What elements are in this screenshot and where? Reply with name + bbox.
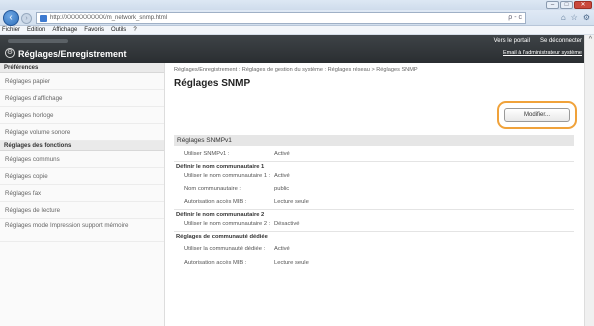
- row-value: Activé: [274, 151, 290, 157]
- menu-favorites[interactable]: Favoris: [84, 27, 104, 33]
- sidebar: Préférences Réglages papier Réglages d'a…: [0, 63, 165, 326]
- row-use-community2: Utiliser le nom communautaire 2 : Désact…: [184, 221, 299, 227]
- device-name-redacted: [8, 39, 68, 43]
- row-label: Autorisation accès MIB :: [184, 260, 247, 266]
- sidebar-item-fax[interactable]: Réglages fax: [0, 185, 164, 202]
- subhead-dedicated: Réglages de communauté dédiée: [176, 234, 268, 240]
- sidebar-item-scan[interactable]: Réglages de lecture: [0, 202, 164, 219]
- row-label: Autorisation accès MIB :: [184, 199, 247, 205]
- logout-link[interactable]: Se déconnecter: [540, 38, 582, 44]
- edit-button[interactable]: Modifier...: [504, 108, 570, 122]
- maximize-button[interactable]: □: [560, 1, 573, 9]
- portal-link[interactable]: Vers le portail: [494, 38, 530, 44]
- browser-toolbar-icons: ⌂ ☆ ⚙: [561, 13, 590, 22]
- row-use-community1: Utiliser le nom communautaire 1 : Activé: [184, 173, 290, 179]
- sidebar-item-clock[interactable]: Réglages horloge: [0, 107, 164, 124]
- row-value: Activé: [274, 246, 290, 252]
- row-mib-access-1: Autorisation accès MIB : Lecture seule: [184, 199, 309, 205]
- sidebar-item-display[interactable]: Réglages d'affichage: [0, 90, 164, 107]
- favorites-star-icon[interactable]: ☆: [571, 13, 578, 22]
- browser-navbar: ‹ › http://XXXXXXXXXX/m_network_snmp.htm…: [0, 10, 594, 26]
- divider: [174, 161, 574, 162]
- main-content: Réglages/Enregistrement : Réglages de ge…: [170, 63, 582, 326]
- row-label: Utiliser le nom communautaire 1 :: [184, 173, 271, 179]
- menu-view[interactable]: Affichage: [52, 27, 77, 33]
- page-favicon-icon: [40, 14, 47, 22]
- row-label: Nom communautaire :: [184, 186, 242, 192]
- row-label: Utiliser la communauté dédiée :: [184, 246, 266, 252]
- row-use-snmpv1: Utiliser SNMPv1 : Activé: [184, 151, 290, 157]
- header-title: Réglages/Enregistrement: [18, 49, 127, 59]
- sidebar-item-paper[interactable]: Réglages papier: [0, 73, 164, 90]
- row-label: Utiliser le nom communautaire 2 :: [184, 221, 271, 227]
- menu-file[interactable]: Fichier: [2, 27, 20, 33]
- header-links: Vers le portail Se déconnecter: [494, 38, 582, 44]
- address-bar[interactable]: http://XXXXXXXXXX/m_network_snmp.html ρ …: [36, 12, 526, 24]
- settings-registration-icon: ⚙: [5, 48, 15, 58]
- subhead-community1: Définir le nom communautaire 1: [176, 164, 265, 170]
- sidebar-item-volume[interactable]: Réglage volume sonore: [0, 124, 164, 141]
- sidebar-heading-functions: Réglages des fonctions: [0, 141, 164, 151]
- menu-help[interactable]: ?: [133, 27, 136, 33]
- scroll-up-arrow-icon[interactable]: ^: [589, 36, 592, 43]
- menu-edit[interactable]: Edition: [27, 27, 45, 33]
- browser-menubar: Fichier Edition Affichage Favoris Outils…: [0, 26, 594, 35]
- page-scrollbar[interactable]: [584, 35, 594, 326]
- divider: [174, 231, 574, 232]
- row-value: Désactivé: [274, 221, 300, 227]
- close-button[interactable]: ✕: [574, 1, 592, 9]
- row-value: Lecture seule: [274, 260, 309, 266]
- row-community-name: Nom communautaire : public: [184, 186, 289, 192]
- address-text: http://XXXXXXXXXX/m_network_snmp.html: [50, 15, 168, 21]
- forward-button[interactable]: ›: [21, 13, 32, 24]
- window-titlebar: – □ ✕: [0, 0, 594, 10]
- minimize-button[interactable]: –: [546, 1, 559, 9]
- home-icon[interactable]: ⌂: [561, 13, 566, 22]
- menu-tools[interactable]: Outils: [111, 27, 126, 33]
- section-snmpv1: Réglages SNMPv1: [174, 135, 574, 146]
- app-header: ⚙ Réglages/Enregistrement Vers le portai…: [0, 35, 584, 63]
- divider: [174, 209, 574, 210]
- back-button[interactable]: ‹: [3, 10, 19, 26]
- admin-mail-link[interactable]: Email à l'administrateur système: [503, 50, 582, 56]
- sidebar-item-common[interactable]: Réglages communs: [0, 151, 164, 168]
- sidebar-item-copy[interactable]: Réglages copie: [0, 168, 164, 185]
- row-value: Lecture seule: [274, 199, 309, 205]
- settings-gear-icon[interactable]: ⚙: [583, 13, 590, 22]
- row-value: Activé: [274, 173, 290, 179]
- row-value: public: [274, 186, 290, 192]
- breadcrumb: Réglages/Enregistrement : Réglages de ge…: [174, 67, 418, 73]
- sidebar-heading-preferences: Préférences: [0, 63, 164, 73]
- sidebar-item-memory-print[interactable]: Réglages mode Impression support mémoire: [0, 219, 164, 242]
- subhead-community2: Définir le nom communautaire 2: [176, 212, 265, 218]
- row-label: Utiliser SNMPv1 :: [184, 151, 230, 157]
- window-controls: – □ ✕: [546, 1, 592, 9]
- row-mib-access-dedicated: Autorisation accès MIB : Lecture seule: [184, 260, 309, 266]
- page-title: Réglages SNMP: [174, 78, 251, 89]
- search-refresh-icon[interactable]: ρ - c: [508, 14, 522, 21]
- row-use-dedicated: Utiliser la communauté dédiée : Activé: [184, 246, 290, 252]
